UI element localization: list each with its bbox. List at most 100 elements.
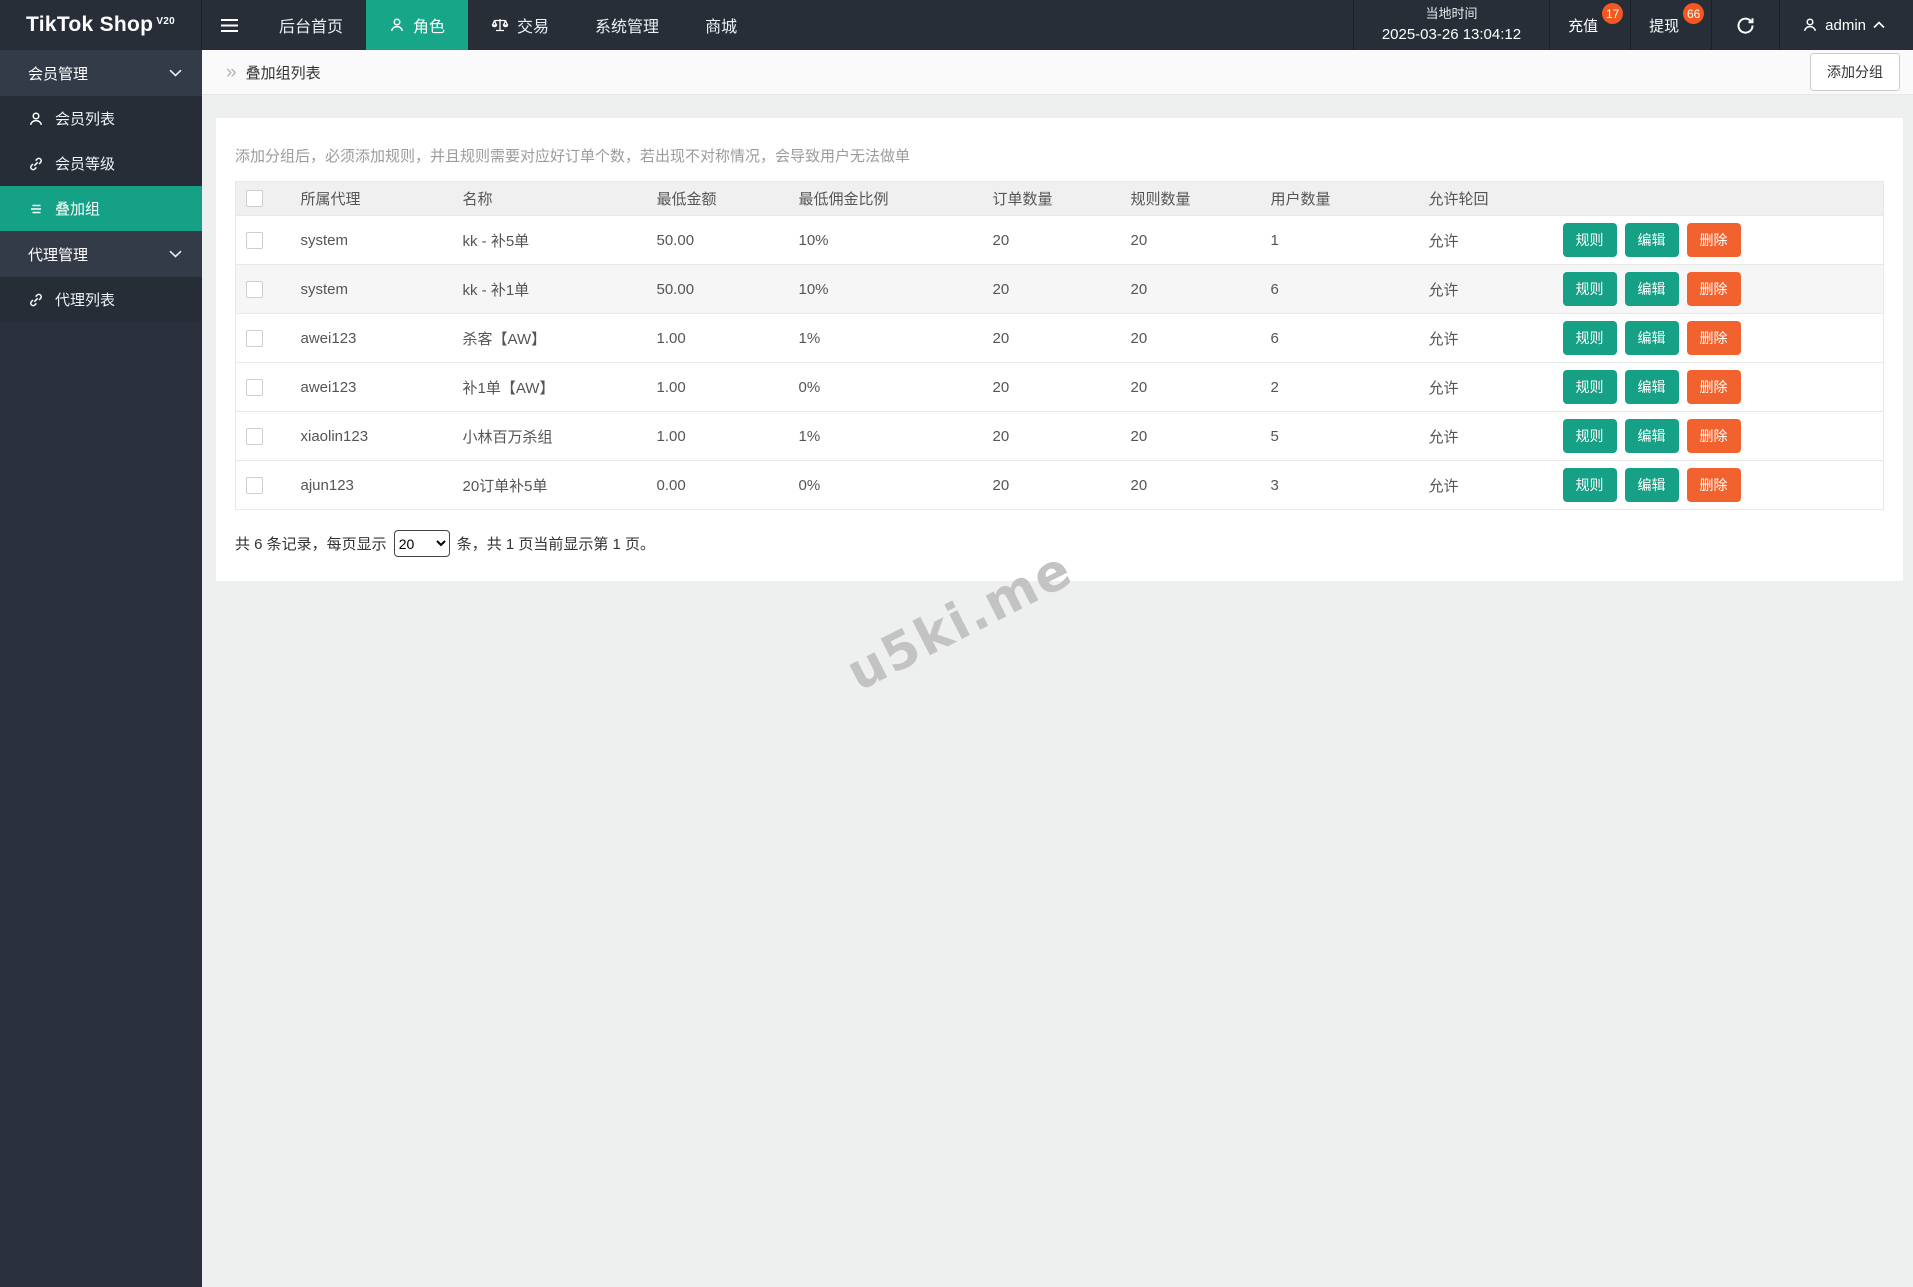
local-time: 当地时间 2025-03-26 13:04:12 [1353, 0, 1549, 50]
delete-button[interactable]: 删除 [1687, 321, 1741, 355]
rules-button[interactable]: 规则 [1563, 321, 1617, 355]
edit-button[interactable]: 编辑 [1625, 272, 1679, 306]
rules-button[interactable]: 规则 [1563, 223, 1617, 257]
breadcrumb-caret-icon: » [226, 63, 237, 82]
cell-name: kk - 补5单 [453, 216, 647, 265]
delete-button[interactable]: 删除 [1687, 419, 1741, 453]
delete-button[interactable]: 删除 [1687, 370, 1741, 404]
header-orders: 订单数量 [983, 182, 1121, 216]
pagination: 共 6 条记录，每页显示 20 条，共 1 页当前显示第 1 页。 [235, 530, 1884, 557]
page-size-select[interactable]: 20 [394, 530, 450, 557]
sidebar: 会员管理会员列表会员等级叠加组代理管理代理列表 [0, 50, 202, 1287]
delete-button[interactable]: 删除 [1687, 468, 1741, 502]
cell-users: 2 [1261, 363, 1419, 412]
select-all-checkbox[interactable] [246, 190, 263, 207]
nav-item-label: 商城 [705, 13, 737, 37]
header-rules: 规则数量 [1121, 182, 1261, 216]
row-checkbox[interactable] [246, 281, 263, 298]
cell-min-commission: 10% [789, 216, 983, 265]
sidebar-item-label: 叠加组 [55, 198, 100, 219]
app-logo-version: V20 [156, 16, 175, 27]
delete-button[interactable]: 删除 [1687, 272, 1741, 306]
scales-icon [491, 17, 509, 33]
cell-name: 补1单【AW】 [453, 363, 647, 412]
nav-item-label: 后台首页 [279, 13, 343, 37]
user-menu[interactable]: admin [1779, 0, 1913, 50]
link-icon [28, 292, 44, 308]
sidebar-group-header[interactable]: 代理管理 [0, 231, 202, 277]
table-row: awei123杀客【AW】1.001%20206允许规则编辑删除 [236, 314, 1884, 363]
page-title: 叠加组列表 [246, 62, 321, 83]
sidebar-item[interactable]: 叠加组 [0, 186, 202, 231]
sidebar-item-label: 代理列表 [55, 289, 115, 310]
edit-button[interactable]: 编辑 [1625, 223, 1679, 257]
cell-rules: 20 [1121, 216, 1261, 265]
cell-agent: system [291, 216, 453, 265]
header-min-commission: 最低佣金比例 [789, 182, 983, 216]
refresh-button[interactable] [1711, 0, 1779, 50]
cell-name: kk - 补1单 [453, 265, 647, 314]
nav-item-system[interactable]: 系统管理 [572, 0, 682, 50]
cell-users: 3 [1261, 461, 1419, 510]
nav-item-label: 系统管理 [595, 13, 659, 37]
row-checkbox[interactable] [246, 477, 263, 494]
nav-item-label: 角色 [413, 13, 445, 37]
edit-button[interactable]: 编辑 [1625, 370, 1679, 404]
add-group-button[interactable]: 添加分组 [1810, 53, 1900, 91]
edit-button[interactable]: 编辑 [1625, 321, 1679, 355]
nav-item-roles[interactable]: 角色 [366, 0, 468, 50]
table-row: xiaolin123小林百万杀组1.001%20205允许规则编辑删除 [236, 412, 1884, 461]
cell-recycle: 允许 [1419, 314, 1553, 363]
cell-users: 5 [1261, 412, 1419, 461]
withdraw-badge: 66 [1683, 3, 1704, 24]
cell-recycle: 允许 [1419, 363, 1553, 412]
cell-min-commission: 10% [789, 265, 983, 314]
cell-orders: 20 [983, 363, 1121, 412]
notice-text: 添加分组后，必须添加规则，并且规则需要对应好订单个数，若出现不对称情况，会导致用… [235, 145, 1884, 166]
row-checkbox[interactable] [246, 428, 263, 445]
cell-min-amount: 1.00 [647, 412, 789, 461]
rules-button[interactable]: 规则 [1563, 468, 1617, 502]
rules-button[interactable]: 规则 [1563, 419, 1617, 453]
nav-item-trade[interactable]: 交易 [468, 0, 572, 50]
chevron-up-icon [1873, 21, 1885, 29]
edit-button[interactable]: 编辑 [1625, 468, 1679, 502]
table-body: systemkk - 补5单50.0010%20201允许规则编辑删除syste… [236, 216, 1884, 510]
cell-actions: 规则编辑删除 [1553, 412, 1884, 461]
cell-rules: 20 [1121, 412, 1261, 461]
sidebar-item[interactable]: 代理列表 [0, 277, 202, 322]
sidebar-item-label: 会员等级 [55, 153, 115, 174]
sidebar-toggle-button[interactable] [202, 0, 256, 50]
withdraw-link[interactable]: 提现 66 [1630, 0, 1711, 50]
content: 添加分组后，必须添加规则，并且规则需要对应好订单个数，若出现不对称情况，会导致用… [202, 95, 1913, 581]
rules-button[interactable]: 规则 [1563, 272, 1617, 306]
row-checkbox[interactable] [246, 232, 263, 249]
cell-orders: 20 [983, 314, 1121, 363]
recharge-badge: 17 [1602, 3, 1623, 24]
cell-actions: 规则编辑删除 [1553, 216, 1884, 265]
cell-actions: 规则编辑删除 [1553, 363, 1884, 412]
nav-item-label: 交易 [517, 13, 549, 37]
row-checkbox[interactable] [246, 379, 263, 396]
nav-item-home[interactable]: 后台首页 [256, 0, 366, 50]
cell-min-commission: 0% [789, 363, 983, 412]
row-checkbox[interactable] [246, 330, 263, 347]
cell-agent: xiaolin123 [291, 412, 453, 461]
rules-button[interactable]: 规则 [1563, 370, 1617, 404]
user-icon [28, 111, 44, 127]
cell-actions: 规则编辑删除 [1553, 265, 1884, 314]
sidebar-item[interactable]: 会员等级 [0, 141, 202, 186]
nav-item-mall[interactable]: 商城 [682, 0, 760, 50]
sidebar-item[interactable]: 会员列表 [0, 96, 202, 141]
edit-button[interactable]: 编辑 [1625, 419, 1679, 453]
cell-agent: awei123 [291, 314, 453, 363]
delete-button[interactable]: 删除 [1687, 223, 1741, 257]
cell-name: 20订单补5单 [453, 461, 647, 510]
recharge-link[interactable]: 充值 17 [1549, 0, 1630, 50]
cell-recycle: 允许 [1419, 216, 1553, 265]
list-icon [28, 201, 44, 217]
main-area: » 叠加组列表 添加分组 添加分组后，必须添加规则，并且规则需要对应好订单个数，… [202, 50, 1913, 581]
cell-rules: 20 [1121, 461, 1261, 510]
sidebar-group-header[interactable]: 会员管理 [0, 50, 202, 96]
table-row: awei123补1单【AW】1.000%20202允许规则编辑删除 [236, 363, 1884, 412]
